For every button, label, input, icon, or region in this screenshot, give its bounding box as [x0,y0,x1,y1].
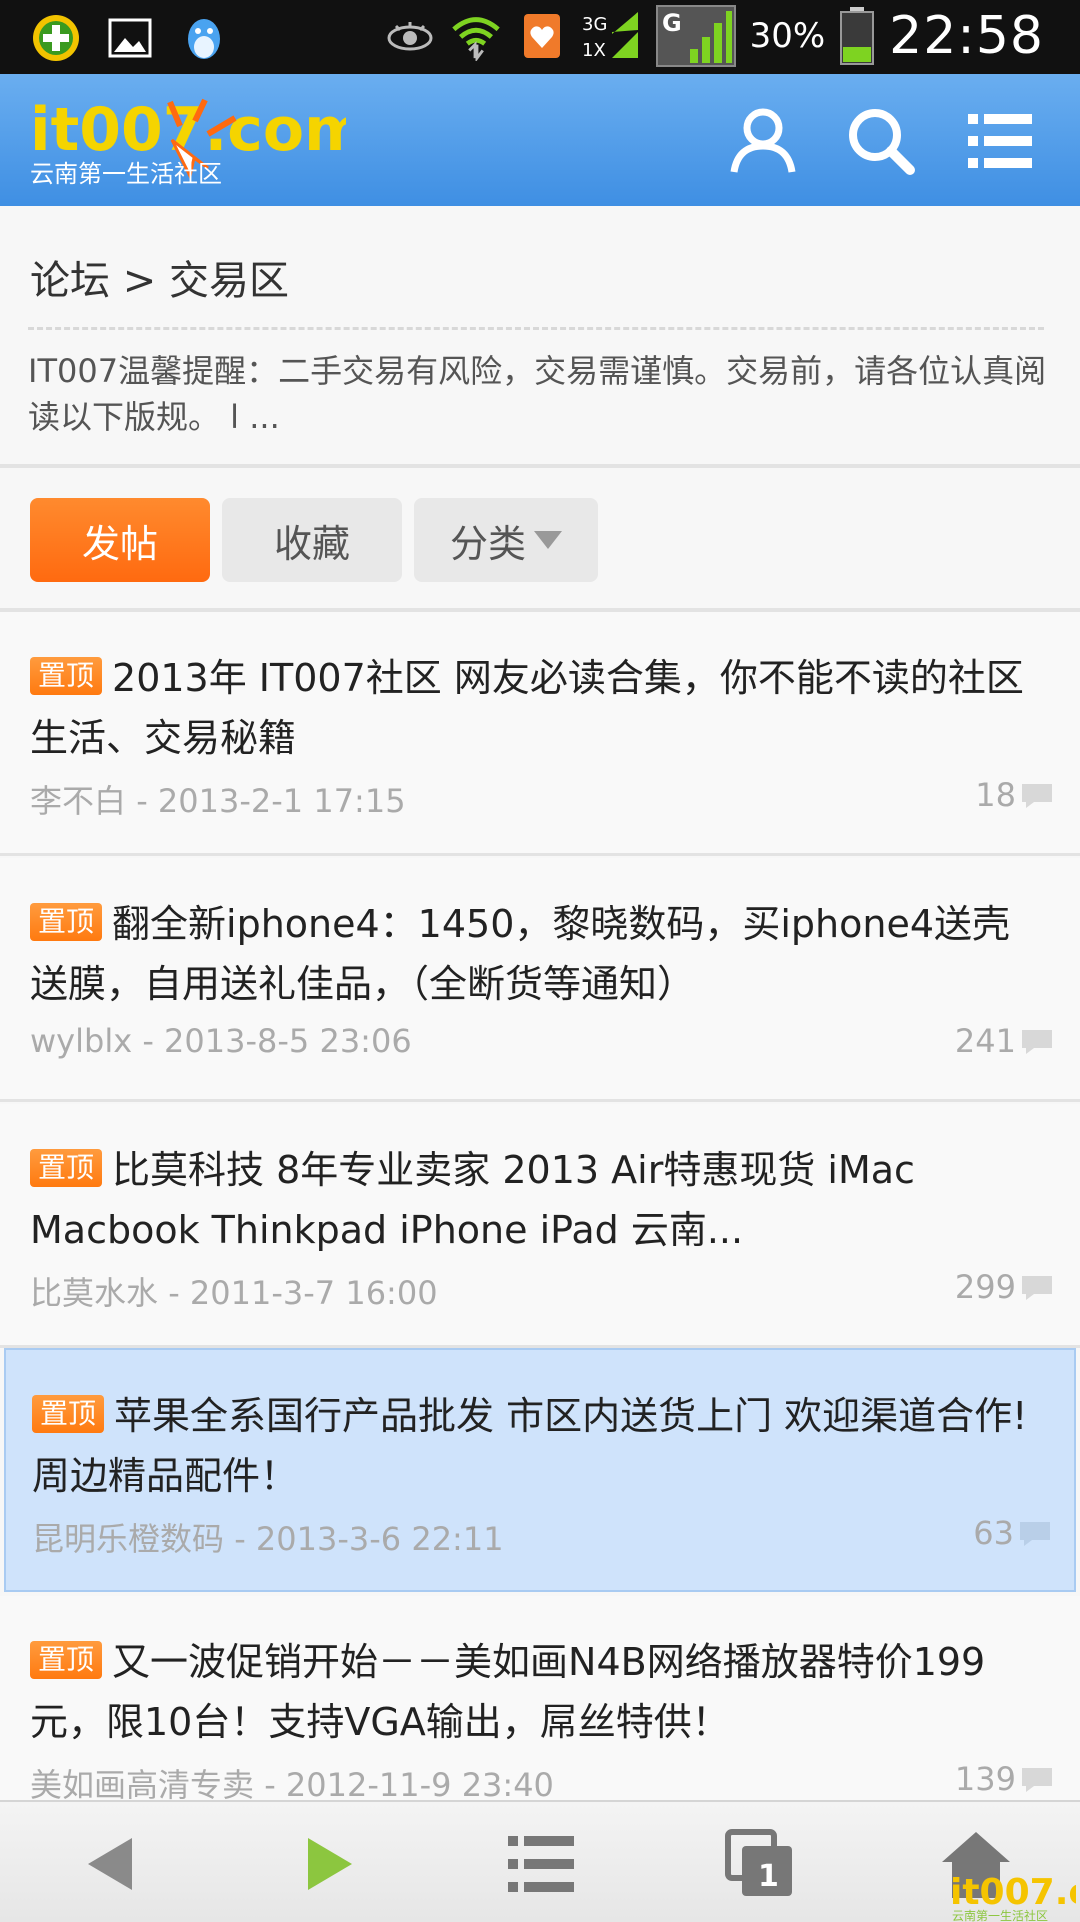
signal-3g-1x-icon: 3G 1X [582,10,642,62]
reply-count: 63 [973,1514,1014,1552]
battery-percent: 30% [749,16,826,56]
thread-date: 2013-8-5 23:06 [164,1022,412,1060]
post-button[interactable]: 发帖 [30,498,210,582]
breadcrumb[interactable]: 论坛 > 交易区 [30,248,289,306]
comment-bubble-icon [1022,1276,1052,1300]
back-arrow-icon[interactable] [70,1824,150,1904]
caret-down-icon [534,531,562,549]
dashed-divider [28,327,1044,330]
comment-bubble-icon [1022,784,1052,808]
reply-count: 139 [954,1760,1016,1798]
status-bar: 3G 1X G 30% 22:58 [0,0,1080,74]
pinned-badge: 置顶 [32,1395,105,1433]
thread-date: 2013-2-1 17:15 [157,782,406,820]
thread-title: 翻全新iphone4：1450，黎晓数码，买iphone4送壳送膜，自用送礼佳品… [30,902,1011,1006]
section-divider [0,464,1080,468]
wifi-icon [450,10,502,62]
tabs-icon[interactable]: 1 [720,1824,800,1904]
thread-author: 美如画高清专卖 [30,1766,255,1804]
svg-text:云南第一生活社区: 云南第一生活社区 [30,160,222,188]
bottom-nav: 1 it007.com 云南第一生活社区 [0,1800,1080,1922]
thread-meta: 李不白 - 2013-2-1 17:15 [30,782,406,820]
thread-title: 2013年 IT007社区 网友必读合集，你不能不读的社区生活、交易秘籍 [30,656,1024,760]
user-icon[interactable] [728,106,798,176]
thread-item[interactable]: 置顶 比莫科技 8年专业卖家 2013 Air特惠现货 iMac Macbook … [0,1104,1080,1348]
thread-date: 2012-11-9 23:40 [285,1766,554,1804]
forum-notice[interactable]: IT007温馨提醒：二手交易有风险，交易需谨慎。交易前，请各位认真阅读以下版规。… [28,348,1052,440]
svg-text:G: G [662,9,682,37]
comment-bubble-icon [1022,1030,1052,1054]
comment-bubble-icon [1020,1522,1050,1546]
status-right-icons: 3G 1X G 30% 22:58 [384,5,1044,67]
svg-text:1: 1 [758,1859,779,1894]
thread-meta: 昆明乐橙数码 - 2013-3-6 22:11 [32,1520,504,1558]
site-logo[interactable]: it007.com 云南第一生活社区 [30,95,367,188]
thread-title: 比莫科技 8年专业卖家 2013 Air特惠现货 iMac Macbook Th… [30,1148,915,1252]
svg-text:3G: 3G [582,14,607,35]
reply-count: 299 [954,1268,1016,1306]
watermark-logo: it007.com 云南第一生活社区 [950,1872,1076,1922]
pinned-badge: 置顶 [30,1641,103,1679]
thread-meta: 比莫水水 - 2011-3-7 16:00 [30,1274,438,1312]
pinned-badge: 置顶 [30,1149,103,1187]
heart-app-icon [516,10,568,62]
thread-date: 2011-3-7 16:00 [189,1274,438,1312]
pinned-badge: 置顶 [30,657,103,695]
search-icon[interactable] [846,106,916,176]
reply-count: 241 [954,1022,1016,1060]
svg-text:1X: 1X [582,40,606,61]
thread-item[interactable]: 置顶 2013年 IT007社区 网友必读合集，你不能不读的社区生活、交易秘籍 李… [0,612,1080,856]
svg-text:it007.com: it007.com [950,1872,1076,1913]
thread-author: 比莫水水 [30,1274,159,1312]
comment-bubble-icon [1022,1768,1052,1792]
pinned-badge: 置顶 [30,903,103,941]
app-plus-icon [30,12,82,64]
forward-arrow-icon[interactable] [290,1824,370,1904]
list-menu-icon[interactable] [500,1824,580,1904]
menu-icon[interactable] [966,106,1036,176]
reply-count: 18 [975,776,1016,814]
eye-icon [384,10,436,62]
status-left-icons [30,12,230,64]
thread-meta: wylblx - 2013-8-5 23:06 [30,1022,412,1060]
battery-icon [839,6,875,66]
favorite-button[interactable]: 收藏 [222,498,402,582]
thread-author: wylblx [30,1022,133,1060]
thread-title: 又一波促销开始－－美如画N4B网络播放器特价199元，限10台！支持VGA输出，… [30,1640,986,1744]
signal-g-icon: G [655,5,736,67]
thread-item-selected[interactable]: 置顶 苹果全系国行产品批发 市区内送货上门 欢迎渠道合作!周边精品配件！ 昆明乐橙… [4,1348,1076,1592]
thread-date: 2013-3-6 22:11 [255,1520,504,1558]
app-header: it007.com 云南第一生活社区 [0,74,1080,206]
image-icon [104,12,156,64]
thread-item[interactable]: 置顶 翻全新iphone4：1450，黎晓数码，买iphone4送壳送膜，自用送礼… [0,858,1080,1102]
category-dropdown[interactable]: 分类 [414,498,598,582]
qq-penguin-icon [178,12,230,64]
thread-author: 李不白 [30,782,127,820]
thread-title: 苹果全系国行产品批发 市区内送货上门 欢迎渠道合作!周边精品配件！ [32,1394,1028,1498]
clock: 22:58 [889,6,1044,66]
thread-author: 昆明乐橙数码 [32,1520,225,1558]
